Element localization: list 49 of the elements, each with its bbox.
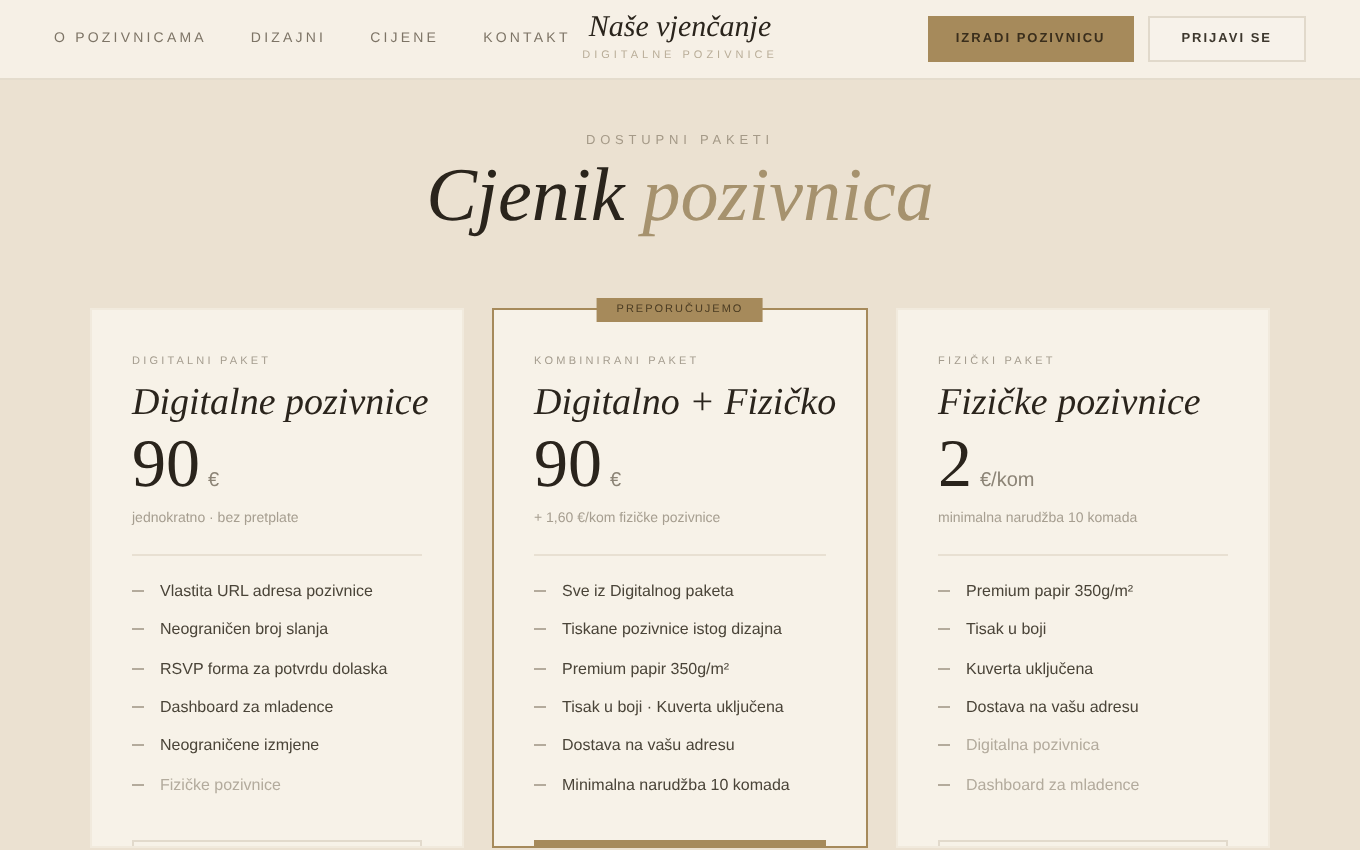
dash-icon [534,783,546,786]
feature-text: Sve iz Digitalnog paketa [562,582,734,601]
feature-text: Dostava na vašu adresu [966,698,1139,717]
feature-text: Minimalna narudžba 10 komada [562,775,790,794]
feature-text: Vlastita URL adresa pozivnice [160,582,373,601]
dash-icon [534,706,546,709]
plan-button[interactable] [534,840,826,846]
feature-text: RSVP forma za potvrdu dolaska [160,659,388,678]
feature-text: Tiskane pozivnice istog dizajna [562,620,782,639]
logo-text: Naše vjenčanje [588,12,772,46]
plan-name: Fizičke pozivnice [938,380,1203,428]
dash-icon [132,628,144,631]
dash-icon [534,590,546,593]
feature-text: Premium papir 350g/m² [562,659,730,678]
feature-text: Tisak u boji · Kuverta uključena [562,698,784,717]
plan-name: Digitalne pozivnice [132,380,431,428]
plan-price: 90 [132,426,200,506]
price-unit: €/kom [980,470,1035,492]
dash-icon [132,744,144,747]
dash-icon [534,744,546,747]
dash-icon [132,706,144,709]
plan-price: 2 [938,426,972,506]
feature-text: Tisak u boji [966,620,1047,639]
dash-icon [938,628,950,631]
price-unit: € [208,470,220,492]
feature-text: Dostava na vašu adresu [562,736,735,755]
price-unit: € [610,470,622,492]
dash-icon [938,706,950,709]
dash-icon [938,744,950,747]
feature-text: Neograničen broj slanja [160,620,329,639]
dash-icon [938,783,950,786]
section-title: Cjenik [426,152,625,240]
dash-icon [132,783,144,786]
feature-text: Kuverta uključena [966,659,1094,678]
feature-text: Dashboard za mladence [160,698,334,717]
dash-icon [534,628,546,631]
dash-icon [534,667,546,670]
feature-text: Neograničene izmjene [160,736,320,755]
feature-text: Digitalna pozivnica [966,736,1100,755]
plan-price: 90 [534,426,602,506]
dash-icon [132,667,144,670]
dash-icon [132,590,144,593]
plan-name: Digitalno + Fizičko [534,380,839,428]
feature-text: Premium papir 350g/m² [966,582,1134,601]
section-title-accent: pozivnica [642,152,934,240]
dash-icon [938,590,950,593]
feature-text: Fizičke pozivnice [160,775,281,794]
feature-text: Dashboard za mladence [966,775,1140,794]
dash-icon [938,667,950,670]
